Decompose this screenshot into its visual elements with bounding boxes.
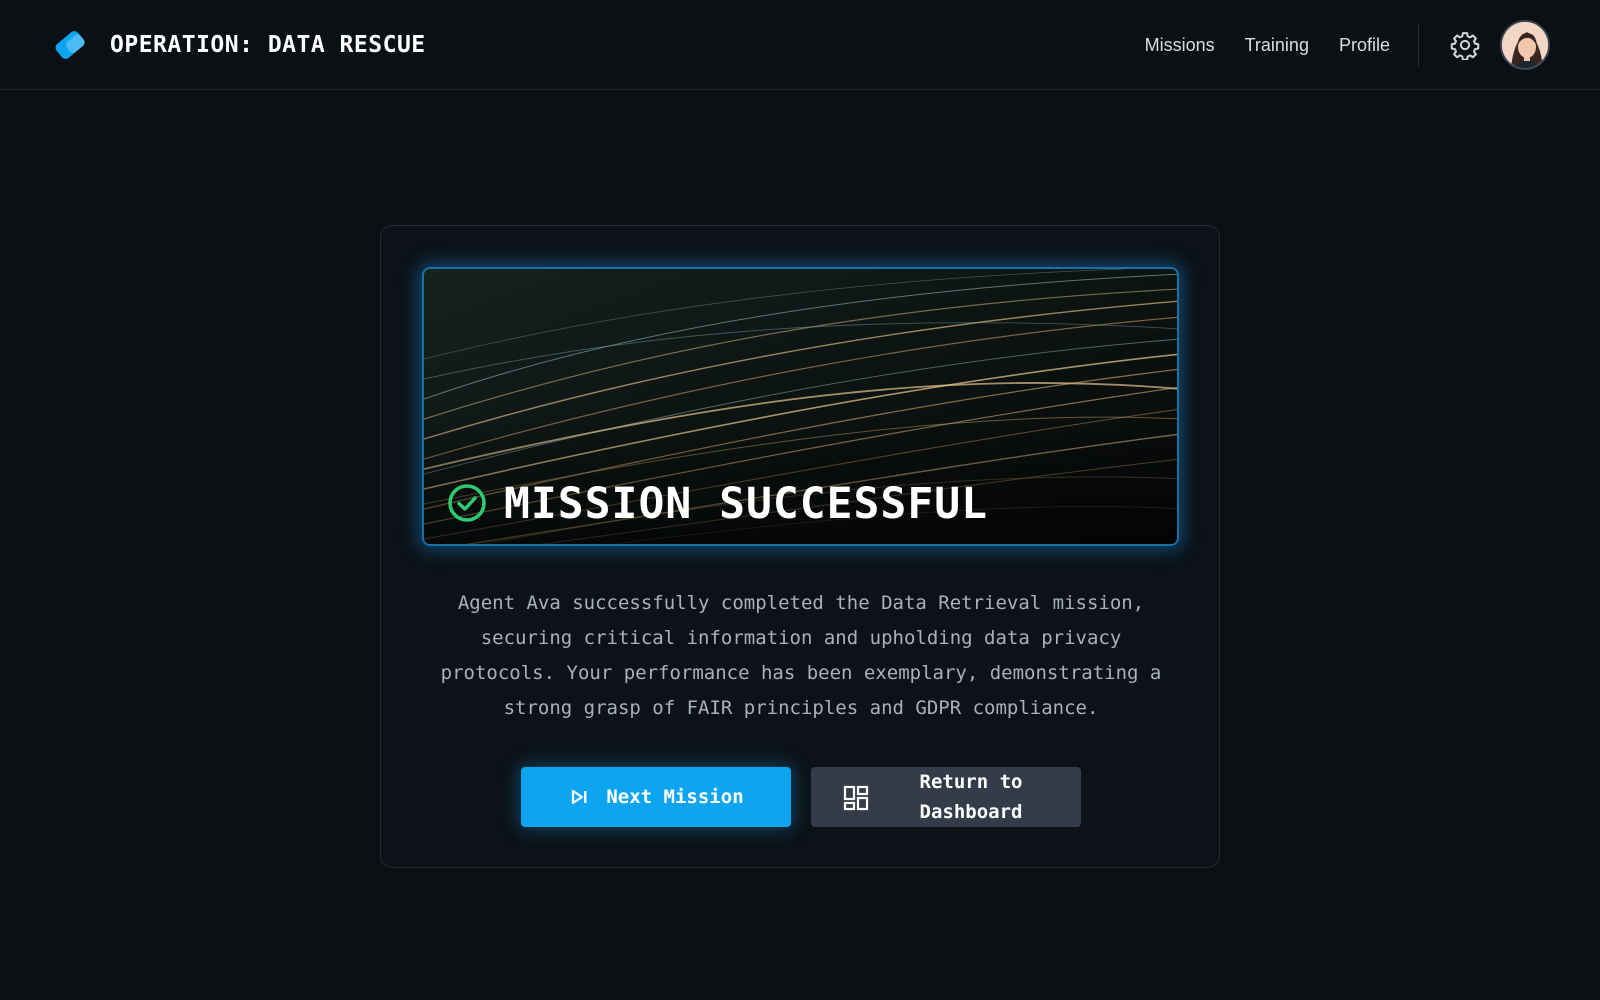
main-nav: Missions Training Profile bbox=[1115, 0, 1390, 90]
next-mission-label: Next Mission bbox=[606, 786, 744, 808]
user-avatar[interactable] bbox=[1500, 20, 1550, 70]
dashboard-icon bbox=[843, 785, 869, 811]
check-circle-icon bbox=[448, 484, 486, 522]
gear-icon[interactable] bbox=[1450, 30, 1480, 60]
mission-description: Agent Ava successfully completed the Dat… bbox=[440, 592, 1162, 719]
nav-training[interactable]: Training bbox=[1245, 35, 1309, 56]
blue-tag-icon bbox=[55, 31, 85, 59]
avatar-portrait bbox=[1502, 22, 1548, 68]
top-navigation-bar: OPERATION: DATA RESCUE Missions Training… bbox=[0, 0, 1600, 90]
skip-next-icon bbox=[572, 789, 587, 805]
brand[interactable]: OPERATION: DATA RESCUE bbox=[52, 0, 426, 90]
nav-missions[interactable]: Missions bbox=[1145, 35, 1215, 56]
mission-banner: MISSION SUCCESSFUL bbox=[422, 267, 1179, 546]
mission-result-card: MISSION SUCCESSFUL Agent Ava successfull… bbox=[380, 225, 1220, 868]
mission-status-title: MISSION SUCCESSFUL bbox=[504, 479, 988, 529]
nav-divider bbox=[1418, 24, 1419, 66]
return-to-dashboard-button[interactable]: Return to Dashboard bbox=[811, 767, 1081, 827]
nav-profile[interactable]: Profile bbox=[1339, 35, 1390, 56]
return-to-dashboard-label: Return to Dashboard bbox=[919, 771, 1023, 823]
app-title: OPERATION: DATA RESCUE bbox=[110, 32, 426, 58]
next-mission-button[interactable]: Next Mission bbox=[521, 767, 791, 827]
